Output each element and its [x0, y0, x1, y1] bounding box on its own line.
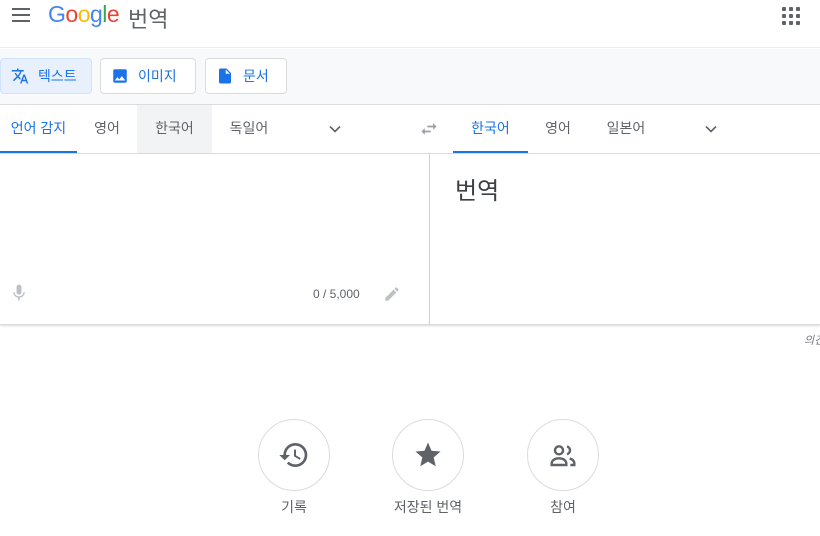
target-panel: 번역 [430, 154, 820, 325]
contribute-label: 참여 [550, 499, 576, 515]
mode-text-label: 텍스트 [38, 68, 77, 84]
mode-document-button[interactable]: 문서 [205, 58, 287, 94]
character-counter: 0 / 5,000 [313, 287, 360, 301]
apps-grid-icon[interactable] [779, 4, 803, 28]
target-lang-korean-tab[interactable]: 한국어 [453, 105, 528, 153]
contribute-button[interactable] [527, 419, 599, 491]
source-text-input[interactable] [0, 154, 429, 274]
swap-languages-icon[interactable] [417, 119, 441, 139]
mode-image-label: 이미지 [138, 68, 177, 84]
document-icon [216, 67, 234, 85]
target-lang-japanese-tab[interactable]: 일본어 [588, 105, 664, 153]
star-icon [415, 442, 441, 467]
source-lang-korean-tab[interactable]: 한국어 [137, 105, 212, 153]
source-lang-german-tab[interactable]: 독일어 [212, 105, 286, 153]
mode-image-button[interactable]: 이미지 [100, 58, 196, 94]
people-icon [550, 445, 576, 467]
history-label: 기록 [281, 499, 307, 515]
source-panel: 0 / 5,000 [0, 154, 430, 325]
source-lang-detect-tab[interactable]: 언어 감지 [0, 105, 77, 153]
google-logo[interactable]: Google [48, 1, 120, 28]
image-icon [111, 67, 129, 85]
source-lang-more-chevron-down-icon[interactable] [325, 119, 345, 139]
translate-icon [11, 67, 29, 85]
app-header: Google 번역 [0, 0, 820, 48]
history-button[interactable] [258, 419, 330, 491]
language-bar: 언어 감지 영어 한국어 독일어 한국어 영어 일본어 [0, 105, 820, 154]
pencil-edit-icon[interactable] [383, 285, 401, 303]
saved-translations-button[interactable] [392, 419, 464, 491]
translation-output-placeholder: 번역 [455, 177, 500, 205]
app-title: 번역 [128, 7, 169, 32]
send-feedback-link[interactable]: 의견 [804, 332, 820, 348]
history-icon [279, 443, 308, 467]
source-lang-english-tab[interactable]: 영어 [77, 105, 137, 153]
mode-bar: 텍스트 이미지 문서 [0, 49, 820, 105]
mode-text-button[interactable]: 텍스트 [0, 58, 92, 94]
target-lang-more-chevron-down-icon[interactable] [701, 119, 721, 139]
mode-document-label: 문서 [243, 68, 269, 84]
saved-translations-label: 저장된 번역 [393, 499, 463, 515]
target-lang-english-tab[interactable]: 영어 [528, 105, 588, 153]
microphone-icon[interactable] [9, 281, 29, 305]
hamburger-menu-icon[interactable] [8, 2, 34, 28]
